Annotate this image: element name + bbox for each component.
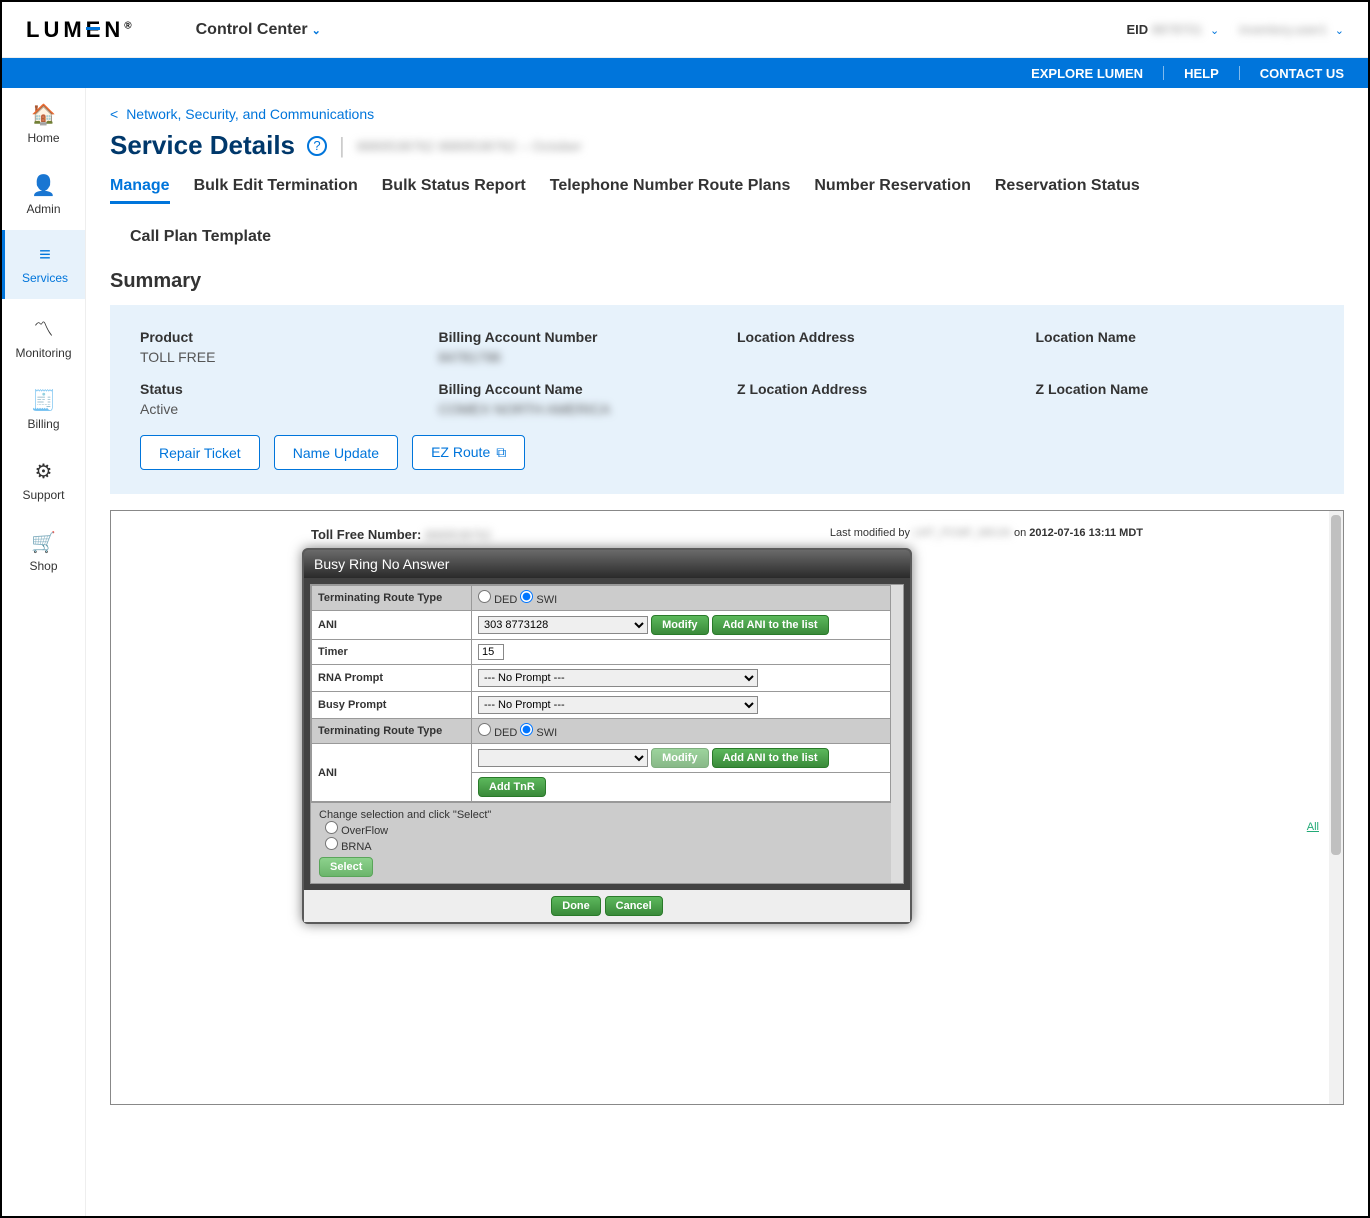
sidebar-item-monitoring[interactable]: 〽Monitoring <box>2 299 85 374</box>
add-ani-button-2[interactable]: Add ANI to the list <box>712 748 829 768</box>
add-ani-button-1[interactable]: Add ANI to the list <box>712 615 829 635</box>
rna-prompt-label: RNA Prompt <box>312 665 472 692</box>
modify-button-1[interactable]: Modify <box>651 615 708 635</box>
tab-bulk-edit[interactable]: Bulk Edit Termination <box>194 177 358 204</box>
rna-prompt-select[interactable]: --- No Prompt --- <box>478 669 758 687</box>
timer-input[interactable] <box>478 644 504 660</box>
sidebar: 🏠Home 👤Admin ≡Services 〽Monitoring 🧾Bill… <box>2 88 86 1216</box>
product-value: TOLL FREE <box>140 349 419 365</box>
brna-radio[interactable]: BRNA <box>325 837 895 853</box>
tfn-label: Toll Free Number: <box>311 527 421 542</box>
sidebar-item-home[interactable]: 🏠Home <box>2 88 85 159</box>
ban-value: 84781796 <box>439 349 718 365</box>
tabs: Manage Bulk Edit Termination Bulk Status… <box>110 177 1344 252</box>
header: LUMEN® Control Center⌄ EID 8878701 ⌄ inv… <box>2 2 1368 58</box>
tab-bulk-status[interactable]: Bulk Status Report <box>382 177 526 204</box>
sidebar-item-shop[interactable]: 🛒Shop <box>2 516 85 587</box>
status-label: Status <box>140 381 419 397</box>
ez-route-button[interactable]: EZ Route⧉ <box>412 435 525 470</box>
tab-reservation-status[interactable]: Reservation Status <box>995 177 1140 204</box>
chevron-down-icon: ⌄ <box>312 25 321 37</box>
gear-icon: ⚙ <box>35 459 53 484</box>
summary-heading: Summary <box>110 270 1344 293</box>
cart-icon: 🛒 <box>31 530 56 555</box>
logo: LUMEN® <box>26 17 136 43</box>
modal-title: Busy Ring No Answer <box>304 550 910 578</box>
status-value: Active <box>140 401 419 417</box>
ded-radio-2[interactable]: DED <box>478 727 517 739</box>
ani-select-2[interactable] <box>478 749 648 767</box>
sidebar-item-admin[interactable]: 👤Admin <box>2 159 85 230</box>
trt-label-2: Terminating Route Type <box>312 719 472 744</box>
tab-number-reservation[interactable]: Number Reservation <box>814 177 971 204</box>
title-meta: 8889538762 8889538762 – October <box>357 138 582 154</box>
contact-link[interactable]: CONTACT US <box>1260 66 1344 81</box>
overflow-radio[interactable]: OverFlow <box>325 821 895 837</box>
last-modified: Last modified by LMT_PCMF_MKUN on 2012-0… <box>830 527 1143 542</box>
user-icon: 👤 <box>31 173 56 198</box>
modal-scrollbar[interactable] <box>891 585 903 883</box>
back-icon: < <box>110 106 118 122</box>
busy-prompt-select[interactable]: --- No Prompt --- <box>478 696 758 714</box>
tab-call-plan-template[interactable]: Call Plan Template <box>130 228 1344 252</box>
busy-prompt-label: Busy Prompt <box>312 692 472 719</box>
top-nav-bar: EXPLORE LUMEN HELP CONTACT US <box>2 58 1368 88</box>
baname-value: COMEX NORTH AMERICA <box>439 401 718 417</box>
location-label: Location Address <box>737 329 1016 345</box>
chevron-down-icon: ⌄ <box>1210 25 1219 37</box>
summary-box: Product TOLL FREE Billing Account Number… <box>110 305 1344 494</box>
select-button[interactable]: Select <box>319 857 373 877</box>
trt-label-1: Terminating Route Type <box>312 586 472 611</box>
name-update-button[interactable]: Name Update <box>274 435 398 470</box>
sidebar-item-services[interactable]: ≡Services <box>2 230 85 299</box>
modify-button-2[interactable]: Modify <box>651 748 708 768</box>
tab-manage[interactable]: Manage <box>110 177 170 204</box>
change-selection-area: Change selection and click "Select" Over… <box>311 802 903 883</box>
home-icon: 🏠 <box>31 102 56 127</box>
busy-ring-modal: Busy Ring No Answer Terminating Route Ty… <box>302 548 912 924</box>
swi-radio-1[interactable]: SWI <box>520 594 557 606</box>
tab-route-plans[interactable]: Telephone Number Route Plans <box>550 177 791 204</box>
sidebar-item-support[interactable]: ⚙Support <box>2 445 85 516</box>
eid-dropdown[interactable]: EID 8878701 ⌄ <box>1126 22 1219 37</box>
swi-radio-2[interactable]: SWI <box>520 727 557 739</box>
baname-label: Billing Account Name <box>439 381 718 397</box>
product-label: Product <box>140 329 419 345</box>
zlocation-name-label: Z Location Name <box>1036 381 1315 397</box>
tfn-value: 8889538762 <box>425 528 492 542</box>
ban-label: Billing Account Number <box>439 329 718 345</box>
list-icon: ≡ <box>39 244 51 267</box>
control-center-dropdown[interactable]: Control Center⌄ <box>196 21 321 39</box>
timer-label: Timer <box>312 640 472 665</box>
explore-link[interactable]: EXPLORE LUMEN <box>1031 66 1143 81</box>
help-link[interactable]: HELP <box>1184 66 1219 81</box>
ani-select-1[interactable]: 303 8773128 <box>478 616 648 634</box>
scrollbar[interactable] <box>1329 511 1343 1104</box>
chart-icon: 〽 <box>34 313 54 342</box>
done-button[interactable]: Done <box>551 896 601 916</box>
external-link-icon: ⧉ <box>496 444 506 460</box>
user-dropdown[interactable]: inventory.user1 ⌄ <box>1239 22 1344 37</box>
add-tnr-button[interactable]: Add TnR <box>478 777 546 797</box>
sidebar-item-billing[interactable]: 🧾Billing <box>2 374 85 445</box>
help-icon[interactable]: ? <box>307 136 327 156</box>
invoice-icon: 🧾 <box>31 388 56 413</box>
chevron-down-icon: ⌄ <box>1335 25 1344 37</box>
all-link[interactable]: All <box>1307 821 1319 833</box>
ded-radio-1[interactable]: DED <box>478 594 517 606</box>
cancel-button[interactable]: Cancel <box>605 896 663 916</box>
zlocation-label: Z Location Address <box>737 381 1016 397</box>
location-name-label: Location Name <box>1036 329 1315 345</box>
breadcrumb[interactable]: <Network, Security, and Communications <box>110 106 1344 122</box>
ani-label-1: ANI <box>312 611 472 640</box>
ani-label-2: ANI <box>312 744 472 802</box>
page-title: Service Details <box>110 130 295 161</box>
repair-ticket-button[interactable]: Repair Ticket <box>140 435 260 470</box>
